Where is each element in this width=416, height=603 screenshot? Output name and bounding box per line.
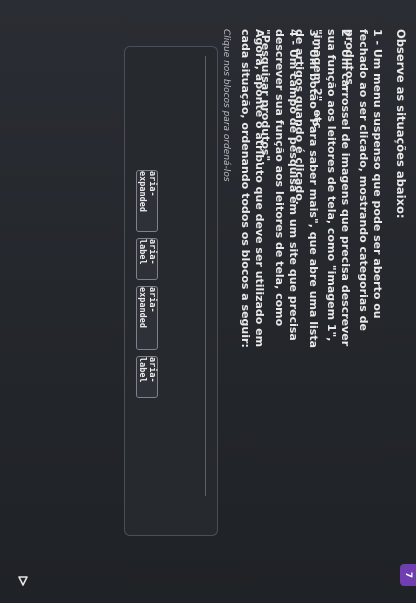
caret-icon[interactable] [16,574,30,588]
exercise-screen: 7 Observe as situações abaixo: 1 - Um me… [0,0,416,603]
answer-chip-bank: aria-expanded aria-label aria-expanded a… [134,170,158,470]
answer-drop-line [205,56,206,496]
question-number-badge: 7 [400,564,416,586]
answer-chip-aria-expanded[interactable]: aria-expanded [136,170,158,232]
question-instruction: Agora, aponte o atributo que deve ser ut… [239,29,266,348]
ordering-hint: Clique nos blocos para ordená-los [221,29,231,182]
answer-chip-aria-label[interactable]: aria-label [136,238,158,280]
answer-chip-aria-label[interactable]: aria-label [136,356,158,398]
answer-chip-aria-expanded[interactable]: aria-expanded [136,286,158,350]
question-prompt: Observe as situações abaixo: [394,29,408,219]
